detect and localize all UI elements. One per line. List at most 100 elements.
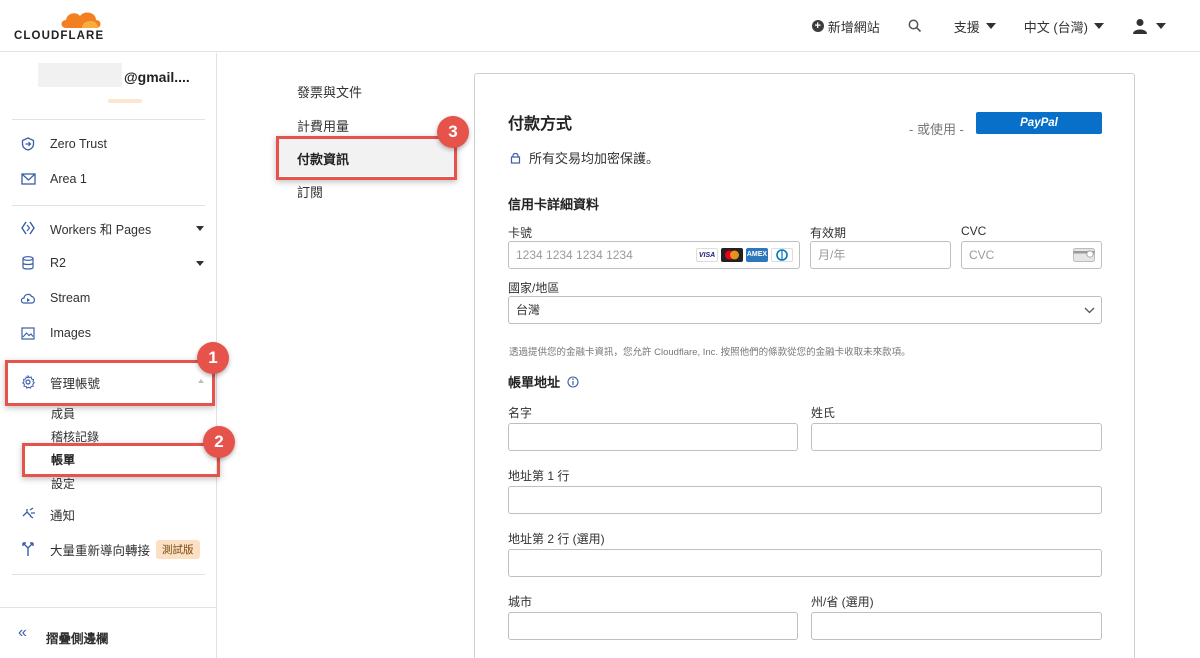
country-value: 台灣: [516, 303, 541, 317]
cloud-play-icon: [20, 290, 36, 306]
beta-badge: 測試版: [156, 539, 200, 559]
sidebar-item-stream[interactable]: Stream: [20, 288, 210, 308]
sidebar-divider: [12, 574, 205, 575]
address1-input[interactable]: [508, 486, 1102, 514]
mail-icon: [20, 171, 36, 187]
search-button[interactable]: [908, 19, 922, 33]
last-name-label: 姓氏: [811, 406, 836, 420]
sidebar-subitem-audit-log[interactable]: 稽核記錄: [51, 428, 99, 445]
top-bar: CLOUDFLARE + 新增網站 支援 中文 (台灣): [0, 0, 1200, 52]
sidebar-item-label: Images: [50, 326, 91, 340]
sidebar-item-bulk-redirects[interactable]: 大量重新導向轉接 測試版: [20, 539, 210, 559]
secure-text: 所有交易均加密保護。: [529, 151, 660, 166]
sidebar-item-images[interactable]: Images: [20, 323, 210, 343]
first-name-label: 名字: [508, 406, 533, 420]
account-name-redacted: [38, 63, 122, 87]
secure-notice: 所有交易均加密保護。: [510, 148, 659, 167]
sidebar-item-label: Area 1: [50, 172, 87, 186]
sidebar-subitem-settings[interactable]: 設定: [51, 475, 75, 492]
lock-icon: [510, 152, 521, 164]
user-icon: [1133, 19, 1147, 34]
search-icon: [908, 19, 921, 33]
step-3-marker: 3: [437, 116, 469, 148]
add-site-button[interactable]: + 新增網站: [811, 17, 880, 36]
sidebar-item-zero-trust[interactable]: Zero Trust: [20, 134, 210, 154]
state-input[interactable]: [811, 612, 1102, 640]
gear-icon: [20, 374, 36, 390]
caret-down-icon: [1094, 23, 1104, 29]
card-details-heading: 信用卡詳細資料: [508, 197, 600, 212]
sidebar-subitem-members[interactable]: 成員: [51, 405, 75, 422]
billnav-payment-info[interactable]: 付款資訊: [297, 149, 349, 168]
double-chevron-left-icon: «: [18, 624, 27, 641]
expiry-placeholder: 月/年: [818, 248, 846, 262]
billing-address-heading: 帳單地址: [508, 372, 579, 391]
cvc-placeholder: CVC: [969, 248, 995, 262]
sidebar-item-manage-account[interactable]: 管理帳號: [20, 372, 210, 392]
language-label: 中文 (台灣): [1023, 19, 1088, 35]
card-authorization-notice: 透過提供您的金融卡資訊，您允許 Cloudflare, Inc. 按照他們的條款…: [509, 347, 911, 358]
redirect-icon: [20, 541, 36, 557]
info-icon[interactable]: [567, 375, 579, 388]
payment-method-panel: 付款方式 - 或使用 - PayPal 所有交易均加密保護。 信用卡詳細資料 卡…: [474, 73, 1135, 658]
address2-label: 地址第 2 行 (選用): [508, 532, 605, 546]
or-use-label: - 或使用 -: [909, 122, 964, 137]
sidebar-item-notifications[interactable]: 通知: [20, 504, 210, 524]
card-brands: VISA AMEX: [693, 248, 793, 262]
address2-input[interactable]: [508, 549, 1102, 577]
city-label: 城市: [508, 595, 533, 609]
sidebar-item-workers-pages[interactable]: Workers 和 Pages: [20, 218, 210, 238]
expiry-input[interactable]: 月/年: [810, 241, 951, 269]
sidebar-subitem-billing[interactable]: 帳單: [51, 451, 75, 468]
card-number-placeholder: 1234 1234 1234 1234: [516, 248, 633, 262]
account-email[interactable]: @gmail....: [124, 69, 190, 85]
language-menu[interactable]: 中文 (台灣): [1024, 17, 1104, 36]
country-select[interactable]: 台灣: [508, 296, 1102, 324]
billnav-subscriptions[interactable]: 訂閱: [297, 182, 323, 201]
address1-label: 地址第 1 行: [508, 469, 570, 483]
sidebar-item-label: 通知: [50, 508, 76, 523]
header-nav: + 新增網站 支援 中文 (台灣): [811, 0, 1200, 52]
notification-icon: [20, 506, 36, 522]
caret-down-icon: [985, 23, 996, 29]
cvc-card-icon: [1073, 248, 1095, 262]
sidebar-item-r2[interactable]: R2: [20, 253, 210, 273]
payment-method-title: 付款方式: [508, 116, 573, 133]
cloudflare-cloud-icon: [61, 12, 101, 28]
chevron-down-icon: [196, 261, 204, 266]
paypal-button[interactable]: PayPal: [976, 112, 1102, 134]
cvc-input[interactable]: CVC: [961, 241, 1102, 269]
sidebar-item-area1[interactable]: Area 1: [20, 169, 210, 189]
cvc-label: CVC: [961, 224, 987, 238]
collapse-sidebar-button[interactable]: « 摺疊側邊欄: [0, 607, 216, 658]
collapse-sidebar-label: 摺疊側邊欄: [46, 632, 109, 646]
chevron-down-icon: [1084, 307, 1095, 314]
sidebar-item-label: R2: [50, 256, 66, 270]
workers-icon: [20, 220, 36, 236]
diners-icon: [771, 248, 793, 262]
sidebar-divider: [12, 119, 205, 120]
amex-icon: AMEX: [746, 248, 768, 262]
cloudflare-logo[interactable]: CLOUDFLARE: [14, 8, 106, 44]
city-input[interactable]: [508, 612, 798, 640]
mastercard-icon: [721, 248, 743, 262]
sidebar-item-label: Stream: [50, 291, 91, 305]
first-name-input[interactable]: [508, 423, 798, 451]
last-name-input[interactable]: [811, 423, 1102, 451]
add-site-label: 新增網站: [827, 19, 880, 35]
support-menu[interactable]: 支援: [954, 17, 996, 36]
step-2-marker: 2: [203, 426, 235, 458]
sidebar-item-label: Workers 和 Pages: [50, 222, 152, 237]
expiry-label: 有效期: [810, 226, 847, 240]
user-menu[interactable]: [1132, 18, 1166, 34]
account-badge: [108, 99, 142, 103]
caret-down-icon: [1156, 23, 1166, 29]
billnav-invoices[interactable]: 發票與文件: [297, 82, 362, 101]
sidebar-item-label: Zero Trust: [50, 137, 107, 151]
zero-trust-icon: [20, 136, 36, 152]
card-number-input[interactable]: 1234 1234 1234 1234 VISA AMEX: [508, 241, 800, 269]
card-number-label: 卡號: [508, 226, 533, 240]
billnav-usage[interactable]: 計費用量: [297, 116, 349, 135]
image-icon: [20, 325, 36, 341]
country-label: 國家/地區: [508, 281, 560, 295]
